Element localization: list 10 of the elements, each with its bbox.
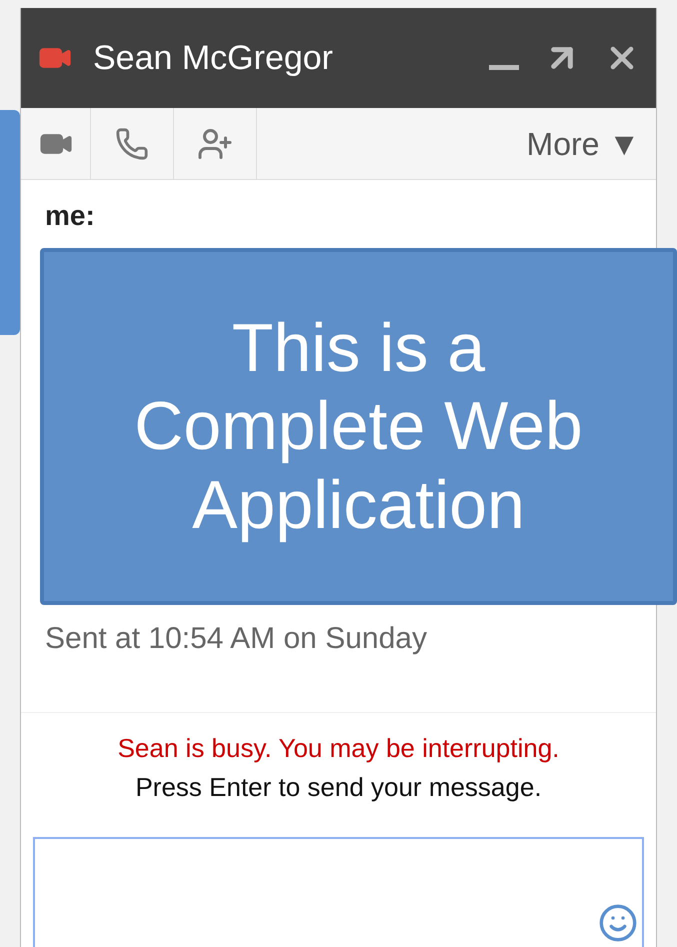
phone-icon (115, 126, 149, 160)
sender-name: me: (45, 200, 96, 232)
send-hint: Press Enter to send your message. (135, 771, 542, 804)
callout-text: This is a Complete Web Application (133, 309, 584, 544)
sent-time: Sent at 10:54 AM on Sunday (45, 622, 428, 656)
more-menu-button[interactable]: More ▼ (526, 120, 656, 168)
window-title: Sean McGregor (93, 38, 334, 78)
busy-notice: Sean is busy. You may be interrupting. (118, 732, 560, 765)
smiley-icon[interactable] (598, 903, 638, 943)
message-input[interactable] (33, 837, 644, 947)
